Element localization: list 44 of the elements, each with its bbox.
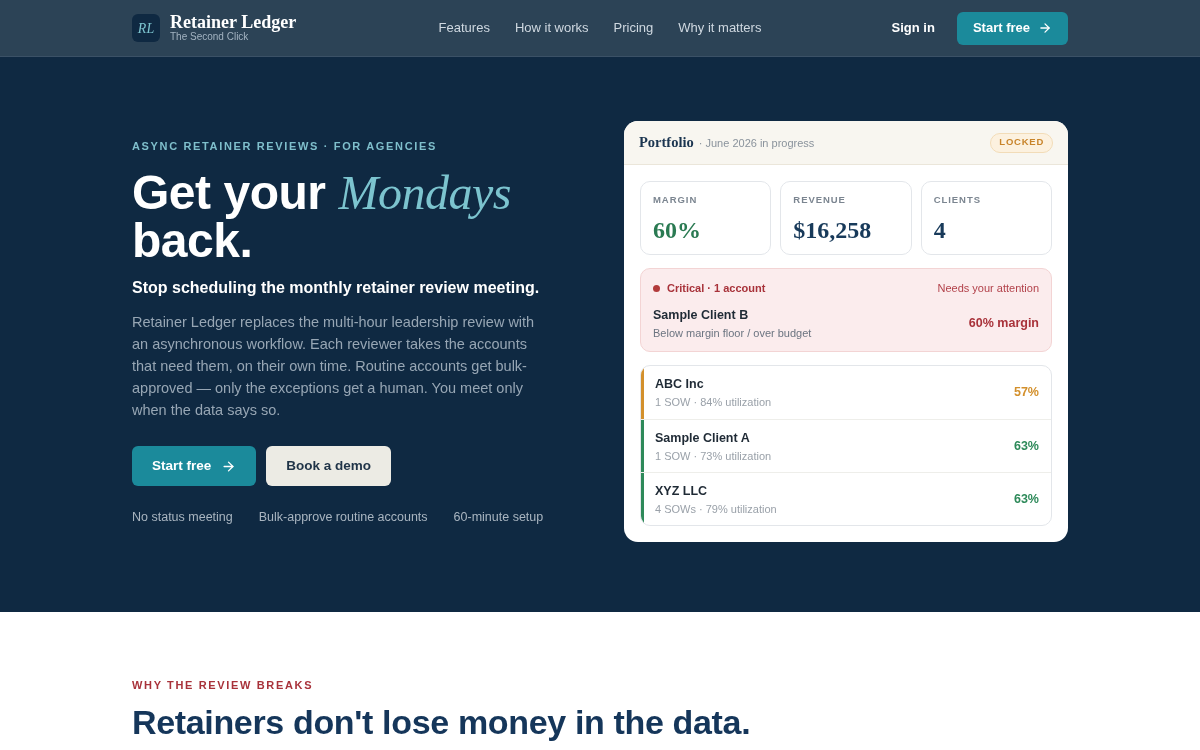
nav-link[interactable]: How it works xyxy=(514,18,589,38)
client-name: XYZ LLC xyxy=(655,482,709,499)
highlight-text: No status meeting xyxy=(132,509,233,526)
hero-subheading: Stop scheduling the monthly retainer review meeting. xyxy=(132,278,541,298)
stat-value: 4 xyxy=(933,216,947,244)
highlight-text: Bulk-approve routine accounts xyxy=(258,509,428,526)
client-detail: Below margin floor / over budget xyxy=(653,326,812,340)
status-badge: LOCKED xyxy=(990,132,1053,153)
brand-name: Retainer Ledger xyxy=(170,13,297,31)
stat-label: CLIENTS xyxy=(933,194,982,206)
book-demo-button[interactable]: Book a demo xyxy=(266,446,392,486)
nav-link[interactable]: Pricing xyxy=(613,18,654,38)
client-name: Sample Client A xyxy=(655,429,751,446)
margin-value: 63% xyxy=(1013,437,1039,455)
period-label: · June 2026 in progress xyxy=(698,135,815,151)
hero-eyebrow: ASYNC RETAINER REVIEWS · FOR AGENCIES xyxy=(132,139,438,154)
section-heading: Retainers don't lose money in the data. xyxy=(132,702,752,742)
margin-value: 57% xyxy=(1013,384,1039,402)
highlight-text: 60-minute setup xyxy=(453,509,544,526)
hero-headline: Get your Mondays back. xyxy=(132,169,512,265)
client-name: Sample Client B xyxy=(653,307,750,323)
client-name: ABC Inc xyxy=(655,376,705,392)
start-free-button[interactable]: Start free xyxy=(132,446,257,486)
hero-description: Retainer Ledger replaces the multi-hour leadership review with an asynchronous workflow. Each reviewer takes the accounts that need them, on their own time. Routine accounts get bulk-approved — only the exceptions get a human. You meet only when the data says so. xyxy=(132,313,536,420)
nav-link[interactable]: Why it matters xyxy=(678,18,762,38)
margin-value: 60% margin xyxy=(968,315,1039,333)
logo-mark[interactable]: RL xyxy=(132,14,160,42)
stat-label: MARGIN xyxy=(653,194,699,206)
alert-heading: Critical · 1 account xyxy=(667,281,766,296)
alert-note: Needs your attention xyxy=(937,281,1039,296)
margin-value: 63% xyxy=(1013,490,1039,508)
start-free-button[interactable]: Start free xyxy=(956,11,1068,45)
client-detail: 4 SOWs · 79% utilization xyxy=(655,501,777,516)
stat-value: $16,258 xyxy=(793,216,873,244)
client-detail: 1 SOW · 84% utilization xyxy=(655,395,772,409)
sign-in-link[interactable]: Sign in xyxy=(891,18,935,38)
stat-value: 60% xyxy=(653,216,702,244)
arrow-right-icon xyxy=(221,458,237,474)
section-eyebrow: WHY THE REVIEW BREAKS xyxy=(132,678,315,693)
client-detail: 1 SOW · 73% utilization xyxy=(655,448,772,463)
stat-label: REVENUE xyxy=(793,194,847,206)
brand-tagline: The Second Click xyxy=(170,31,249,43)
card-title: Portfolio xyxy=(639,132,694,152)
nav-link[interactable]: Features xyxy=(438,18,490,38)
